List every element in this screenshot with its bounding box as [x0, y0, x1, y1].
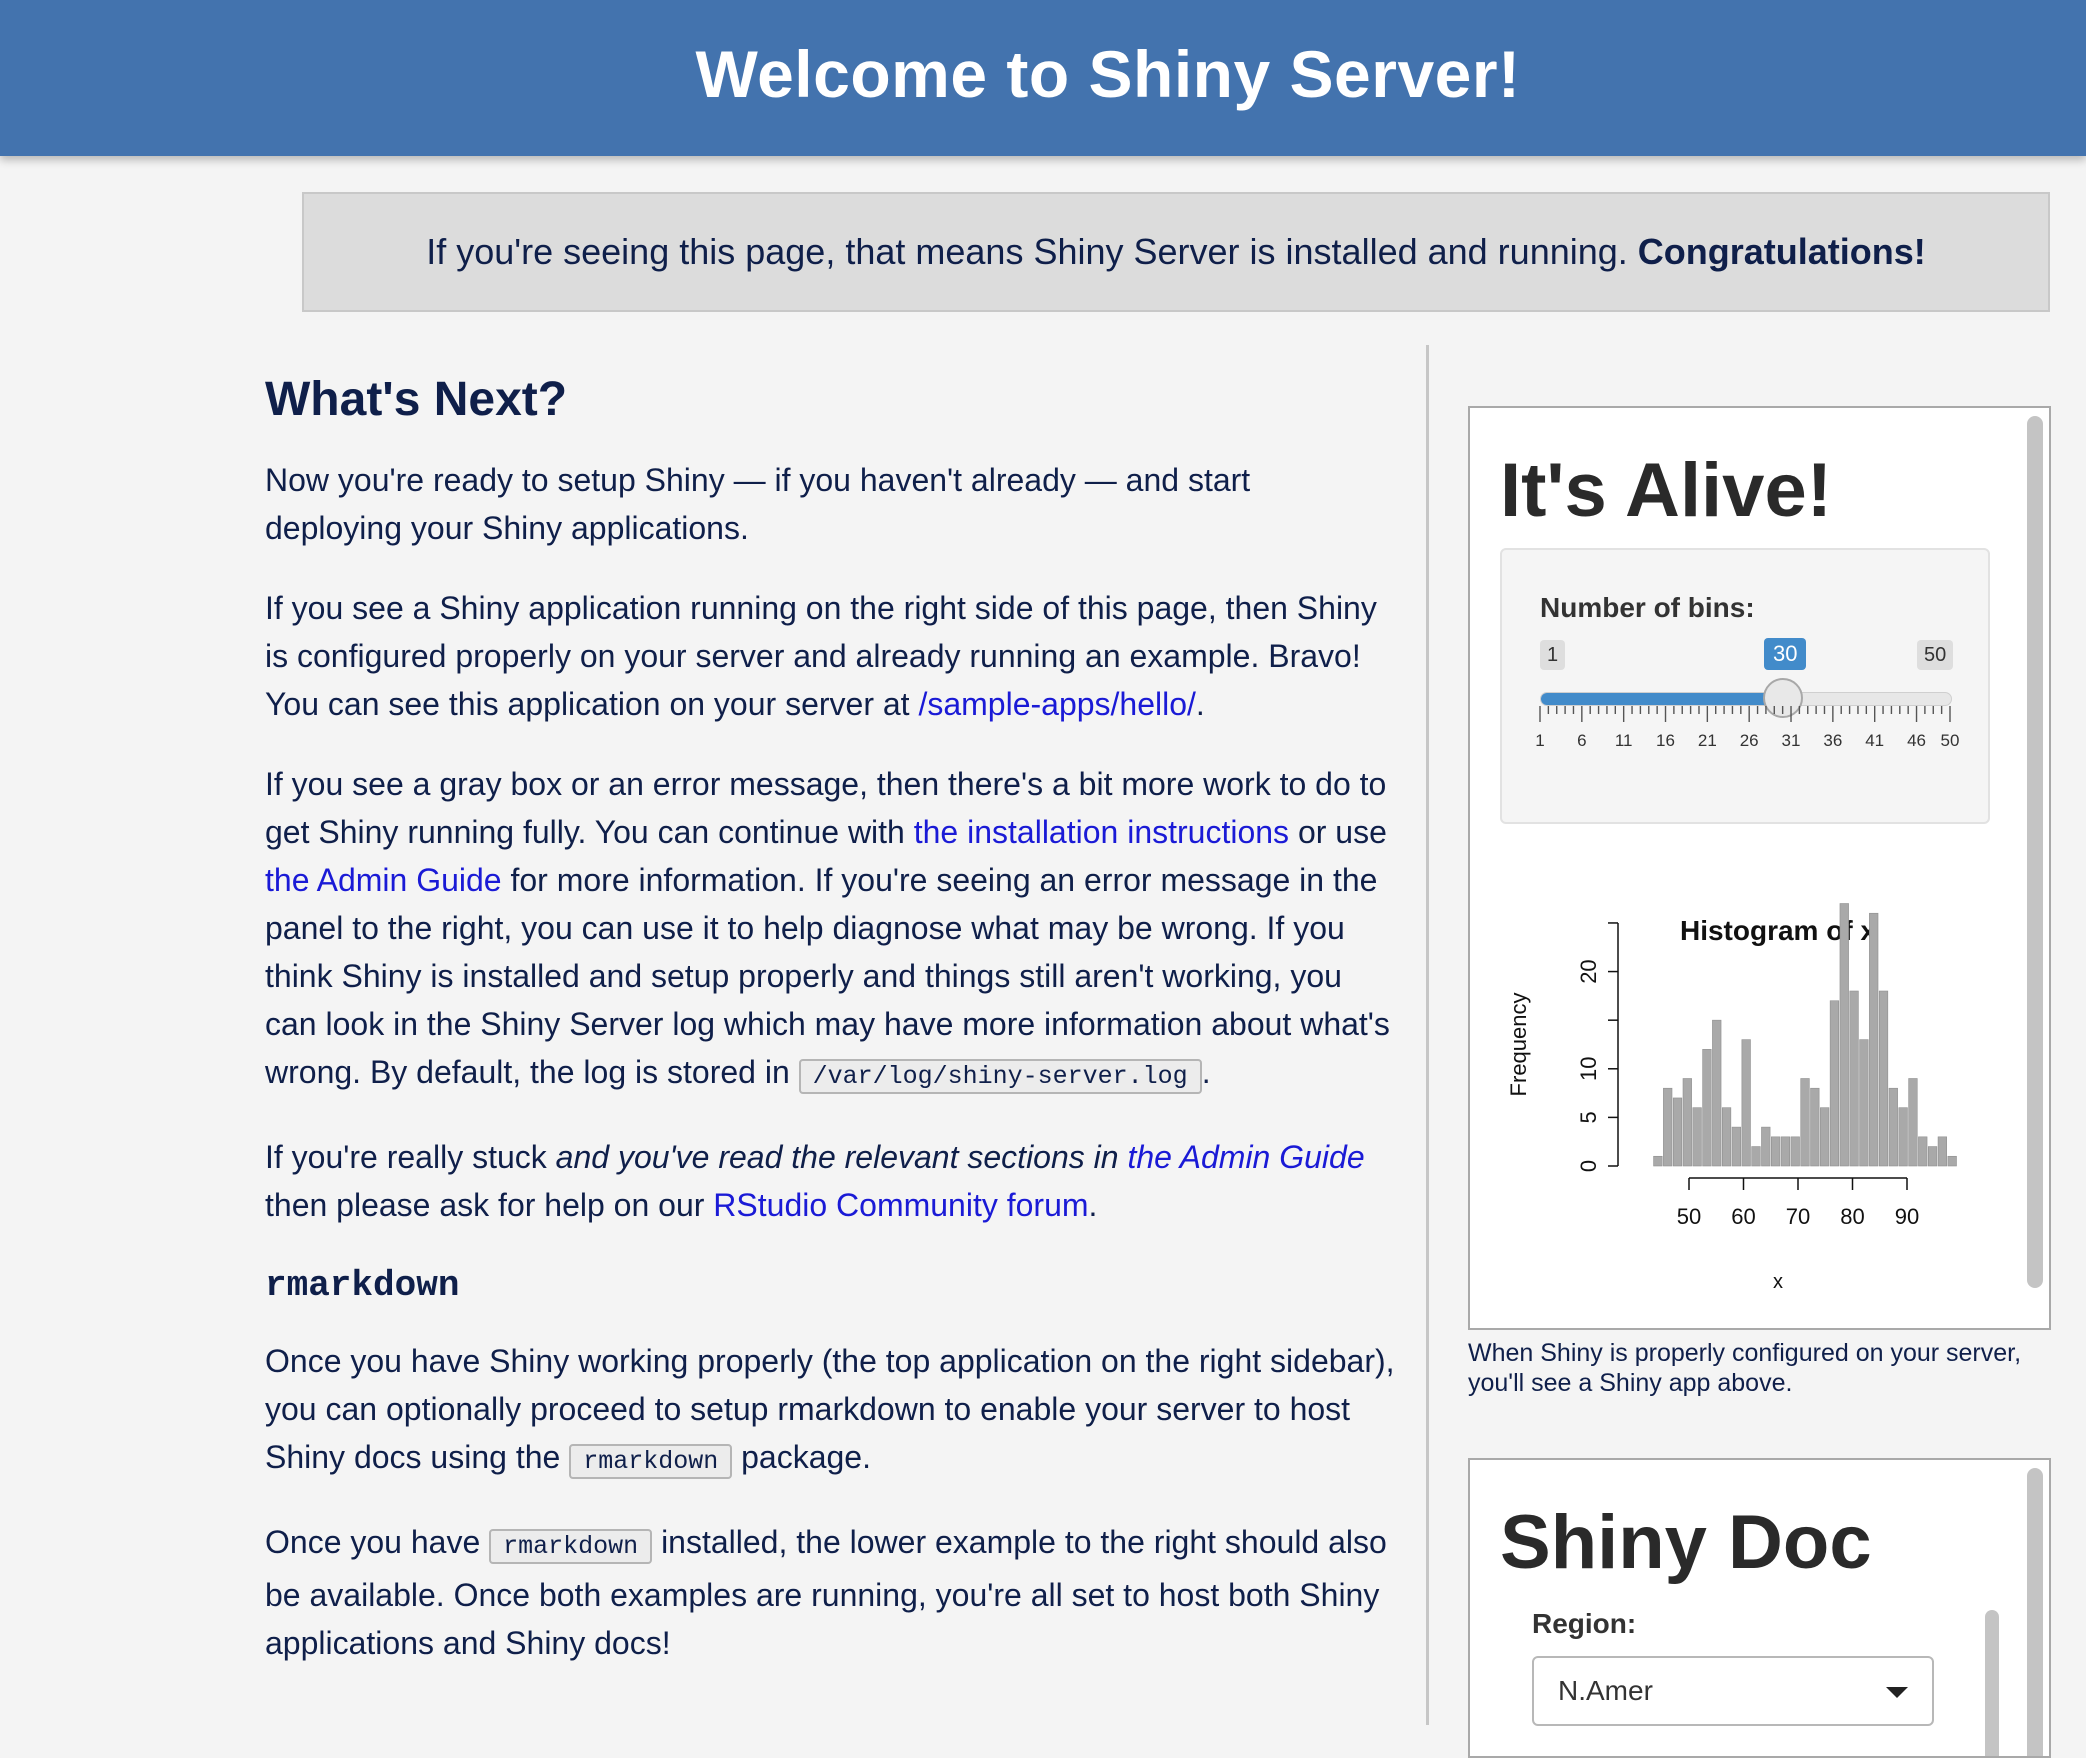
paragraph-lower-example: Once you have rmarkdown installed, the l…: [265, 1524, 1387, 1661]
doc-scrollbar[interactable]: [2027, 1468, 2043, 1756]
region-select[interactable]: N.Amer: [1532, 1656, 1934, 1726]
y-axis-label: Frequency: [1506, 993, 1531, 1097]
histogram-bar: [1927, 1146, 1938, 1167]
bins-slider-label: Number of bins:: [1540, 592, 1755, 623]
y-tick-label: 10: [1576, 1057, 1601, 1081]
x-axis-label: x: [1773, 1271, 1783, 1293]
histogram-bar: [1702, 1049, 1712, 1167]
slider-tick-label: 16: [1656, 731, 1675, 750]
page-title: Welcome to Shiny Server!: [695, 37, 1521, 111]
histogram-bar: [1770, 1136, 1781, 1167]
histogram-bar: [1731, 1126, 1741, 1167]
banner-emphasis: Congratulations!: [1637, 231, 1926, 272]
histogram-chart: Histogram of x051020Frequency50 60 70 80 90x: [1506, 903, 1957, 1293]
paragraph-running-app: If you see a Shiny application running o…: [265, 590, 1377, 722]
y-tick-label: 5: [1576, 1111, 1601, 1123]
histogram-bar: [1820, 1107, 1830, 1167]
paragraph-troubleshoot: If you see a gray box or an error messag…: [265, 760, 1395, 1101]
histogram-bar: [1878, 990, 1889, 1167]
histogram-bar: [1653, 1155, 1663, 1167]
histogram-bar: [1810, 1087, 1820, 1167]
sample-apps-hello-link[interactable]: /sample-apps/hello/: [918, 686, 1195, 722]
paragraph-stuck: If you're really stuck and you've read t…: [265, 1139, 1365, 1223]
shiny-app-frame[interactable]: It's Alive! Number of bins: 1 30 50 1 6 11…: [1468, 406, 2051, 1330]
slider-tick-label: 21: [1698, 731, 1717, 750]
success-banner: If you're seeing this page, that means S…: [302, 192, 2050, 312]
community-forum-link[interactable]: RStudio Community forum: [713, 1187, 1088, 1223]
histogram-bar: [1839, 903, 1849, 1167]
x-tick-label: 50: [1677, 1204, 1701, 1229]
chevron-down-icon: [1886, 1687, 1908, 1698]
histogram-bar: [1859, 1039, 1869, 1167]
slider-tick-label: 50: [1941, 731, 1960, 750]
paragraph-rmarkdown: Once you have Shiny working properly (th…: [265, 1337, 1395, 1486]
histogram-bar: [1888, 1087, 1898, 1167]
admin-guide-link-2[interactable]: the Admin Guide: [1127, 1139, 1364, 1175]
x-tick-label: 90: [1895, 1204, 1919, 1229]
slider-min-label: 1: [1540, 640, 1566, 670]
histogram-bar: [1780, 1136, 1791, 1167]
shiny-doc-frame[interactable]: Shiny Doc Region: N.Amer: [1468, 1458, 2051, 1758]
histogram-bar: [1672, 1097, 1683, 1167]
histogram-bar: [1947, 1155, 1957, 1167]
slider-tick-label: 41: [1865, 731, 1884, 750]
app-title: It's Alive!: [1500, 448, 1833, 533]
histogram-bar: [1800, 1078, 1810, 1167]
region-label: Region:: [1532, 1608, 1637, 1639]
histogram-bar: [1761, 1126, 1771, 1167]
sidebar-divider: [1426, 345, 1429, 1725]
y-tick-label: 20: [1576, 959, 1601, 983]
histogram-bar: [1849, 990, 1859, 1167]
histogram-bar: [1918, 1136, 1928, 1167]
doc-inner-scrollbar[interactable]: [1985, 1610, 1999, 1756]
installation-instructions-link[interactable]: the installation instructions: [914, 814, 1289, 850]
y-tick-label: 0: [1576, 1160, 1601, 1172]
histogram-bar: [1692, 1107, 1702, 1167]
admin-guide-link[interactable]: the Admin Guide: [265, 862, 502, 898]
app-scrollbar[interactable]: [2027, 416, 2043, 1288]
slider-tick-label: 46: [1907, 731, 1926, 750]
region-selected-value: N.Amer: [1558, 1675, 1653, 1706]
rmarkdown-heading: rmarkdown: [265, 1265, 460, 1306]
histogram-bar: [1869, 912, 1879, 1167]
slider-tick-label: 36: [1823, 731, 1842, 750]
histogram-bar: [1790, 1136, 1800, 1167]
histogram-bar: [1721, 1107, 1732, 1167]
histogram-bar: [1741, 1039, 1751, 1167]
slider-tick-label: 26: [1740, 731, 1759, 750]
slider-tick-label: 11: [1615, 731, 1633, 750]
histogram-bar: [1663, 1087, 1673, 1167]
page-header: Welcome to Shiny Server!: [0, 0, 2086, 156]
histogram-bar: [1829, 1000, 1840, 1167]
histogram-bar: [1751, 1146, 1761, 1167]
app-caption: When Shiny is properly configured on you…: [1468, 1339, 2022, 1397]
histogram-bar: [1937, 1136, 1947, 1167]
main-content: What's Next? Now you're ready to setup S…: [265, 370, 1395, 1699]
x-tick-label: 70: [1786, 1204, 1810, 1229]
paragraph-intro: Now you're ready to setup Shiny — if you…: [265, 462, 1251, 546]
rmarkdown-code: rmarkdown: [569, 1444, 733, 1479]
histogram-bar: [1908, 1078, 1918, 1167]
banner-text: If you're seeing this page, that means S…: [426, 231, 1628, 272]
histogram-bar: [1712, 1019, 1722, 1167]
log-path-code: /var/log/shiny-server.log: [798, 1059, 1202, 1094]
slider-ticks: 1 6 11 16 21 26 31 36 41 46 50: [1535, 706, 1960, 750]
x-tick-label: 60: [1731, 1204, 1755, 1229]
rmarkdown-code-2: rmarkdown: [489, 1529, 653, 1564]
histogram-bar: [1682, 1078, 1692, 1167]
slider-tick-label: 1: [1535, 731, 1544, 750]
doc-title: Shiny Doc: [1500, 1500, 1872, 1585]
histogram-bar: [1898, 1107, 1908, 1167]
slider-max-label: 50: [1917, 640, 1954, 670]
x-tick-label: 80: [1840, 1204, 1864, 1229]
slider-tick-label: 31: [1782, 731, 1801, 750]
slider-value-label: 30: [1764, 638, 1807, 670]
slider-tick-label: 6: [1577, 731, 1586, 750]
whats-next-heading: What's Next?: [265, 373, 568, 426]
slider-well: Number of bins: 1 30 50 1 6 11 16 21 26 31 36 41…: [1500, 548, 1990, 824]
